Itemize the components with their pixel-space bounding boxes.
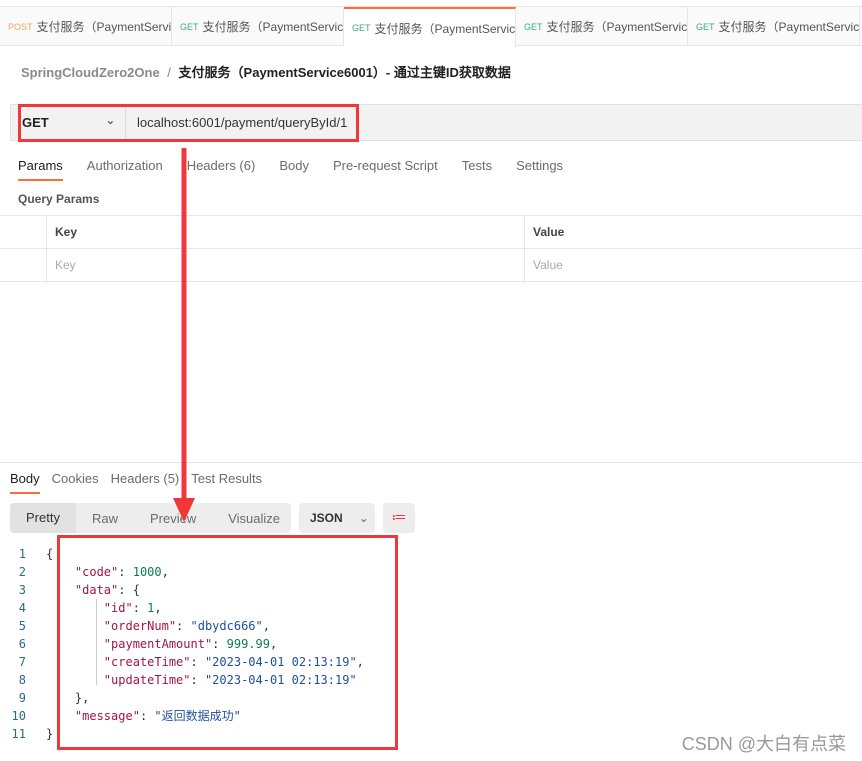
breadcrumb-separator: / [167, 65, 171, 80]
divider [524, 216, 525, 283]
response-tab-headers-[interactable]: Headers (5) [111, 471, 180, 494]
line-number: 2 [18, 565, 26, 579]
format-select[interactable]: JSON ⌄ [299, 503, 375, 533]
tab-label: 支付服务（PaymentServic [202, 20, 344, 34]
header-key: Key [55, 225, 78, 239]
code-token: } [46, 727, 54, 741]
line-number: 3 [18, 583, 26, 597]
panel-divider[interactable] [0, 462, 862, 463]
response-tabs: Body Cookies Headers (5) Test Results [10, 471, 262, 494]
view-pretty[interactable]: Pretty [10, 503, 76, 533]
response-tab-test-results[interactable]: Test Results [191, 471, 262, 494]
tab-request[interactable]: POST 支付服务（PaymentServi [0, 7, 172, 46]
annotation-arrow [173, 148, 195, 522]
table-row: Key Value [0, 249, 862, 282]
breadcrumb-request[interactable]: 支付服务（PaymentService6001）- 通过主键ID获取数据 [179, 65, 511, 80]
method-badge: GET [524, 21, 543, 32]
method-badge: GET [352, 23, 371, 33]
wrap-lines-icon[interactable]: ≔ [383, 503, 415, 533]
tab-label: 支付服务（PaymentServic [718, 20, 860, 34]
tab-label: 支付服务（PaymentServi [36, 20, 172, 34]
params-tabs: Params Authorization Headers (6) Body Pre-re… [18, 158, 563, 181]
tab-tests[interactable]: Tests [462, 158, 492, 181]
tab-label: 支付服务（PaymentServic [546, 20, 688, 34]
tab-pre-request-script[interactable]: Pre-request Script [333, 158, 438, 181]
view-mode-selector: Pretty Raw Preview Visualize [10, 503, 291, 533]
line-number: 8 [18, 673, 26, 687]
watermark: CSDN @大白有点菜 [681, 734, 846, 754]
response-tab-body[interactable]: Body [10, 471, 40, 494]
view-raw[interactable]: Raw [76, 511, 134, 526]
tab-params[interactable]: Params [18, 158, 63, 181]
view-visualize[interactable]: Visualize [212, 511, 296, 526]
chevron-down-icon: ⌄ [358, 511, 369, 525]
annotation-box [18, 104, 359, 142]
annotation-box [57, 535, 398, 750]
format-label: JSON [310, 511, 343, 525]
table-header-row: Key Value [0, 216, 862, 249]
tab-request[interactable]: GET 支付服务（PaymentServic [172, 7, 344, 46]
tab-request[interactable]: GET 支付服务（PaymentServic [344, 7, 516, 47]
line-number: 11 [11, 727, 26, 741]
header-value: Value [533, 225, 565, 239]
line-number: 4 [18, 601, 26, 615]
response-tab-cookies[interactable]: Cookies [52, 471, 99, 494]
code-token: { [46, 547, 54, 561]
query-params-table: Key Value Key Value [0, 215, 862, 283]
tab-request[interactable]: GET 支付服务（PaymentServic [688, 7, 860, 46]
breadcrumb-collection[interactable]: SpringCloudZero2One [21, 65, 160, 80]
tab-body[interactable]: Body [279, 158, 309, 181]
line-number: 7 [18, 655, 26, 669]
request-tabs: POST 支付服务（PaymentServi GET 支付服务（PaymentServ… [0, 6, 862, 47]
divider [46, 216, 47, 283]
tab-request[interactable]: GET 支付服务（PaymentServic [516, 7, 688, 46]
line-number: 1 [18, 547, 26, 561]
tab-label: 支付服务（PaymentServic [374, 21, 516, 36]
line-number: 10 [11, 709, 26, 723]
tab-settings[interactable]: Settings [516, 158, 563, 181]
query-params-title: Query Params [18, 192, 100, 206]
method-badge: POST [8, 21, 33, 32]
tab-authorization[interactable]: Authorization [87, 158, 163, 181]
value-input[interactable]: Value [533, 258, 563, 272]
method-badge: GET [696, 21, 715, 32]
line-number: 6 [18, 637, 26, 651]
breadcrumb: SpringCloudZero2One / 支付服务（PaymentServic… [21, 62, 511, 81]
key-input[interactable]: Key [55, 258, 76, 272]
method-badge: GET [180, 21, 199, 32]
line-number: 5 [18, 619, 26, 633]
line-number: 9 [18, 691, 26, 705]
